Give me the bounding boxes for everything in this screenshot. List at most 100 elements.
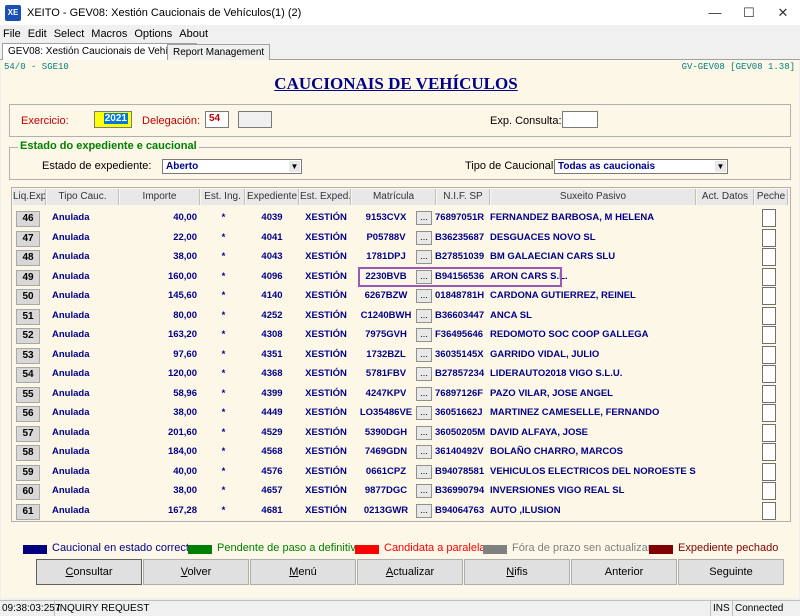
- matricula-lookup-button[interactable]: ...: [416, 250, 432, 264]
- table-row[interactable]: 51 Anulada 80,00 * 4252 XESTIÓN C1240BWH B36603…: [12, 306, 792, 326]
- menu-bar: File Edit Select Macros Options About: [0, 25, 800, 43]
- cell-expediente: 4399: [261, 387, 283, 399]
- table-row[interactable]: 54 Anulada 120,00 * 4368 XESTIÓN 5781FBV B27857…: [12, 364, 792, 384]
- matricula-lookup-button[interactable]: ...: [416, 386, 432, 401]
- peche-checkbox[interactable]: [762, 482, 776, 500]
- matricula-lookup-button[interactable]: ...: [416, 425, 432, 440]
- consultar-button[interactable]: Consultar: [36, 559, 142, 585]
- cell-tipo: Anulada: [52, 465, 90, 477]
- table-row[interactable]: 60 Anulada 38,00 * 4657 XESTIÓN 9877DGC B369907…: [12, 481, 792, 501]
- row-number-button[interactable]: 54: [16, 367, 40, 383]
- menu-options[interactable]: Options: [134, 28, 172, 40]
- cell-est-exped: XESTIÓN: [305, 504, 347, 516]
- peche-checkbox[interactable]: [762, 501, 776, 520]
- row-number-button[interactable]: 48: [16, 250, 40, 266]
- peche-checkbox[interactable]: [762, 365, 776, 383]
- estado-expediente-select[interactable]: Aberto ▼: [162, 159, 302, 174]
- row-number-button[interactable]: 59: [16, 464, 40, 481]
- row-number-button[interactable]: 55: [16, 386, 40, 403]
- matricula-lookup-button[interactable]: ...: [416, 211, 432, 225]
- matricula-lookup-button[interactable]: ...: [416, 289, 432, 303]
- peche-checkbox[interactable]: [762, 267, 776, 286]
- table-row[interactable]: 59 Anulada 40,00 * 4576 XESTIÓN 0661CPZ B940785…: [12, 462, 792, 482]
- cell-tipo: Anulada: [52, 290, 90, 301]
- cell-suxeito: ANCA SL: [490, 309, 532, 321]
- cell-tipo: Anulada: [52, 212, 90, 223]
- row-number-button[interactable]: 60: [16, 484, 40, 500]
- matricula-lookup-button[interactable]: ...: [416, 230, 432, 245]
- matricula-lookup-button[interactable]: ...: [416, 406, 432, 420]
- seguinte-button[interactable]: Seguinte: [678, 559, 784, 585]
- row-number-button[interactable]: 51: [16, 308, 40, 325]
- row-number-button[interactable]: 50: [16, 289, 40, 305]
- anterior-button[interactable]: Anterior: [571, 559, 677, 585]
- cell-importe: 38,00: [173, 485, 197, 496]
- delegacion-field[interactable]: 54: [205, 111, 229, 128]
- row-number-button[interactable]: 47: [16, 230, 40, 247]
- row-number-button[interactable]: 58: [16, 445, 40, 461]
- table-row[interactable]: 61 Anulada 167,28 * 4681 XESTIÓN 0213GWR B94064…: [12, 501, 792, 521]
- peche-checkbox[interactable]: [762, 209, 776, 227]
- minimize-button[interactable]: —: [698, 0, 732, 25]
- row-number-button[interactable]: 49: [16, 269, 40, 286]
- exp-consulta-field[interactable]: [562, 111, 598, 128]
- row-number-button[interactable]: 46: [16, 211, 40, 227]
- table-row[interactable]: 55 Anulada 58,96 * 4399 XESTIÓN 4247KPV 7689712…: [12, 384, 792, 404]
- matricula-lookup-button[interactable]: ...: [416, 484, 432, 498]
- menu-select[interactable]: Select: [54, 28, 85, 40]
- row-number-button[interactable]: 57: [16, 425, 40, 442]
- nifis-button[interactable]: Nifis: [464, 559, 570, 585]
- table-row[interactable]: 52 Anulada 163,20 * 4308 XESTIÓN 7975GVH F36495…: [12, 325, 792, 345]
- table-row[interactable]: 50 Anulada 145,60 * 4140 XESTIÓN 6267BZW 018487…: [12, 286, 792, 306]
- table-row[interactable]: 48 Anulada 38,00 * 4043 XESTIÓN 1781DPJ B278510…: [12, 247, 792, 267]
- peche-checkbox[interactable]: [762, 345, 776, 364]
- cell-matricula: 1781DPJ: [366, 251, 406, 262]
- menu-about[interactable]: About: [179, 28, 208, 40]
- matricula-lookup-button[interactable]: ...: [416, 445, 432, 459]
- menu-macros[interactable]: Macros: [91, 28, 127, 40]
- cell-suxeito: AUTO ,ILUSION: [490, 504, 561, 516]
- table-row[interactable]: 57 Anulada 201,60 * 4529 XESTIÓN 5390DGH 360502…: [12, 423, 792, 443]
- peche-checkbox[interactable]: [762, 423, 776, 442]
- peche-checkbox[interactable]: [762, 228, 776, 247]
- matricula-lookup-button[interactable]: ...: [416, 328, 432, 342]
- menu-edit[interactable]: Edit: [28, 28, 47, 40]
- row-number-button[interactable]: 61: [16, 503, 40, 520]
- peche-checkbox[interactable]: [762, 404, 776, 422]
- matricula-lookup-button[interactable]: ...: [416, 347, 432, 362]
- matricula-lookup-button[interactable]: ...: [416, 308, 432, 323]
- peche-checkbox[interactable]: [762, 287, 776, 305]
- table-row[interactable]: 56 Anulada 38,00 * 4449 XESTIÓN LO35486VE 36051…: [12, 403, 792, 423]
- tab-report-management[interactable]: Report Management: [167, 44, 271, 60]
- row-number-button[interactable]: 53: [16, 347, 40, 364]
- row-number-button[interactable]: 56: [16, 406, 40, 422]
- tipo-caucional-select[interactable]: Todas as caucionais ▼: [554, 159, 728, 174]
- peche-checkbox[interactable]: [762, 306, 776, 325]
- exercicio-field[interactable]: 2021: [94, 111, 132, 128]
- row-number-button[interactable]: 52: [16, 328, 40, 344]
- volver-button[interactable]: Volver: [143, 559, 249, 585]
- matricula-lookup-button[interactable]: ...: [416, 367, 432, 381]
- matricula-lookup-button[interactable]: ...: [416, 503, 432, 518]
- menu-file[interactable]: File: [3, 28, 21, 40]
- menu-button[interactable]: Menú: [250, 559, 356, 585]
- matricula-lookup-button[interactable]: ...: [416, 464, 432, 479]
- table-row[interactable]: 46 Anulada 40,00 * 4039 XESTIÓN 9153CVX 7689705…: [12, 208, 792, 228]
- chevron-down-icon[interactable]: ▼: [715, 161, 726, 172]
- peche-checkbox[interactable]: [762, 384, 776, 403]
- legend-swatch: [23, 545, 47, 554]
- peche-checkbox[interactable]: [762, 462, 776, 481]
- cell-tipo: Anulada: [52, 231, 90, 243]
- table-row[interactable]: 58 Anulada 184,00 * 4568 XESTIÓN 7469GDN 361404…: [12, 442, 792, 462]
- table-row[interactable]: 53 Anulada 97,60 * 4351 XESTIÓN 1732BZL 3603514…: [12, 345, 792, 365]
- peche-checkbox[interactable]: [762, 248, 776, 266]
- maximize-button[interactable]: ☐: [732, 0, 766, 25]
- table-row[interactable]: 47 Anulada 22,00 * 4041 XESTIÓN P05788V B362356…: [12, 228, 792, 248]
- actualizar-button[interactable]: Actualizar: [357, 559, 463, 585]
- peche-checkbox[interactable]: [762, 443, 776, 461]
- chevron-down-icon[interactable]: ▼: [289, 161, 300, 172]
- peche-checkbox[interactable]: [762, 326, 776, 344]
- table-row[interactable]: 49 Anulada 160,00 * 4096 XESTIÓN 2230BVB B94156…: [12, 266, 792, 287]
- close-button[interactable]: ✕: [766, 0, 800, 25]
- cell-importe: 38,00: [173, 407, 197, 418]
